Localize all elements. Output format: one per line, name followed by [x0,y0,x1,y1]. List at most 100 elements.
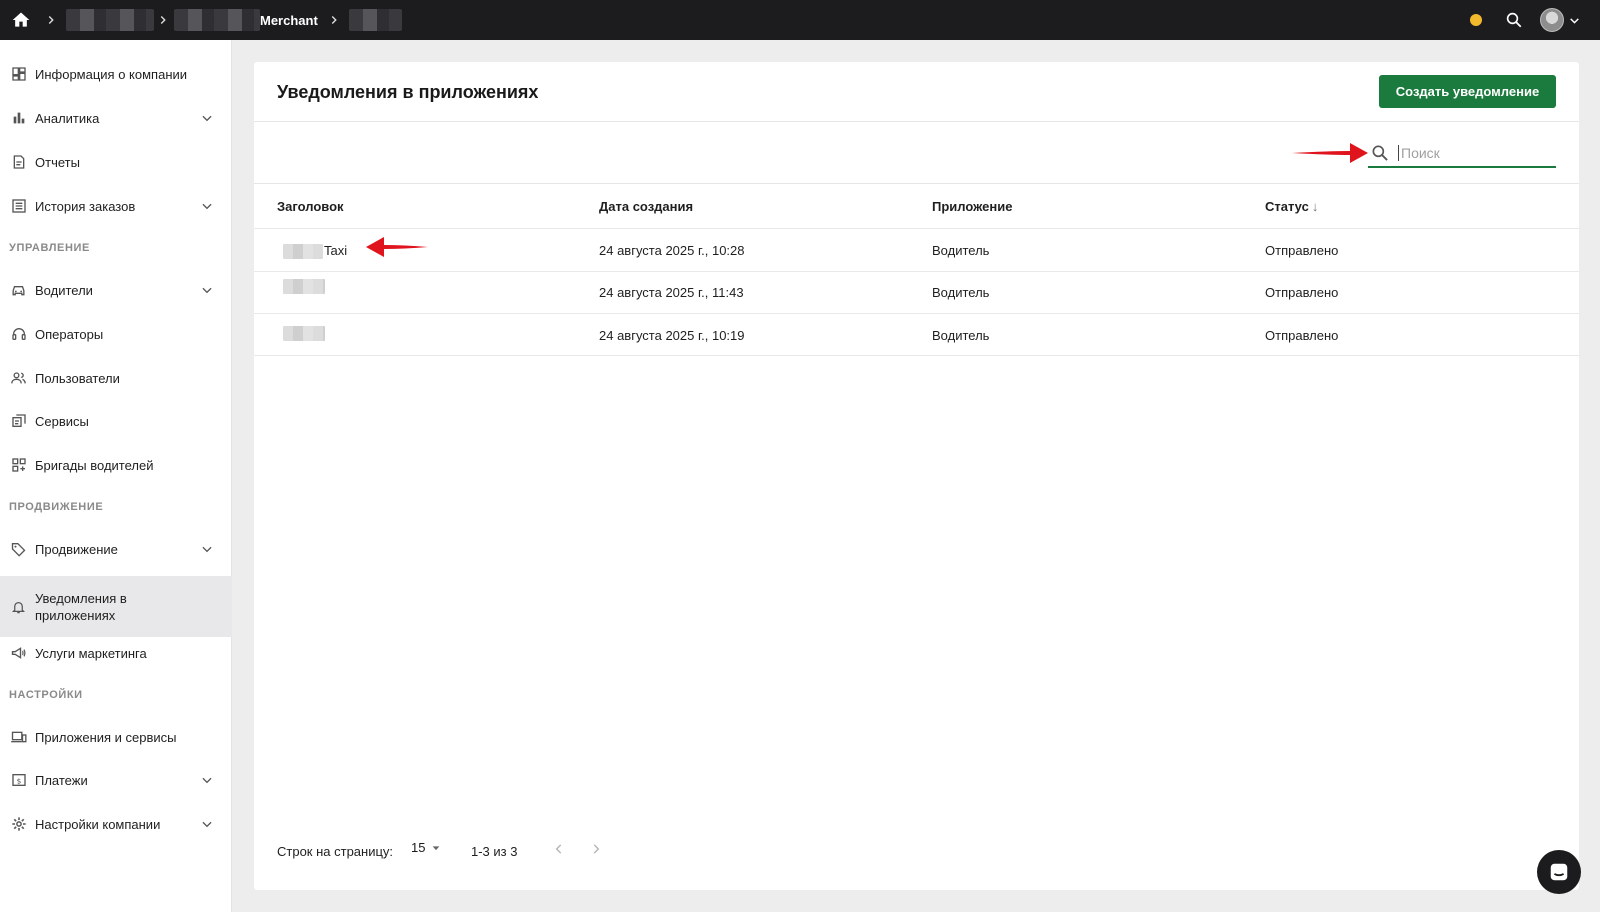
sidebar-item-label: Платежи [35,772,88,788]
sort-arrow-icon: ↓ [1311,199,1319,214]
bell-icon [10,598,27,615]
user-menu[interactable] [1540,0,1581,40]
sidebar-item-operators[interactable]: Операторы [0,320,232,348]
sidebar-item-order-history[interactable]: История заказов [0,192,232,220]
cell-title: Taxi [324,243,348,258]
sidebar-item-label: Пользователи [35,370,120,386]
redacted-text [283,326,325,341]
top-bar: Merchant [0,0,1600,40]
sidebar-item-label: Аналитика [35,110,100,126]
list-icon [10,198,27,215]
sidebar-item-company-settings[interactable]: Настройки компании [0,810,232,838]
sidebar-item-driver-brigades[interactable]: Бригады водителей [0,451,232,479]
services-icon [10,413,27,430]
sidebar-item-apps-services[interactable]: Приложения и сервисы [0,723,232,751]
svg-text:$: $ [16,776,21,785]
report-icon [10,154,27,171]
sidebar-item-label: Бригады водителей [35,457,154,473]
chat-icon [1550,863,1568,881]
chat-button[interactable] [1537,850,1581,894]
cell-app: Водитель [932,285,990,300]
cell-status: Отправлено [1265,243,1339,258]
chevron-down-icon [202,287,212,294]
home-icon[interactable] [11,0,31,40]
chevron-right-icon [156,0,170,40]
chevron-right-icon [44,0,58,40]
notifications-card: Уведомления в приложениях Создать уведом… [254,62,1579,890]
sidebar-item-reports[interactable]: Отчеты [0,148,232,176]
headset-icon [10,326,27,343]
avatar [1540,8,1564,32]
redacted-text [283,244,323,259]
sidebar-item-company-info[interactable]: Информация о компании [0,60,232,88]
breadcrumb-merchant-label: Merchant [260,12,318,28]
megaphone-icon [10,645,27,662]
sidebar-item-label: Услуги маркетинга [35,645,147,661]
column-header-date[interactable]: Дата создания [599,199,693,214]
sidebar-item-label: Продвижение [35,541,118,557]
sidebar-item-promotion[interactable]: Продвижение [0,535,232,563]
next-page-button[interactable] [585,838,607,860]
sidebar-item-label: Сервисы [35,413,89,429]
payment-icon: $ [10,772,27,789]
section-header-settings: НАСТРОЙКИ [9,689,83,701]
cell-date: 24 августа 2025 г., 11:43 [599,285,744,300]
chevron-down-icon [202,546,212,553]
search-input[interactable] [1398,145,1548,161]
sidebar-item-app-notifications[interactable]: Уведомления в приложениях [0,576,232,637]
breadcrumb-merchant[interactable]: Merchant [174,0,318,40]
sidebar-item-label: Уведомления в приложениях [35,590,127,623]
column-header-status-label: Статус [1265,199,1309,214]
sidebar-item-services[interactable]: Сервисы [0,407,232,435]
column-header-app[interactable]: Приложение [932,199,1012,214]
sidebar-item-label: Операторы [35,326,104,342]
cell-status: Отправлено [1265,328,1339,343]
users-icon [10,370,27,387]
caret-down-icon [433,845,440,850]
annotation-arrow-icon [366,237,428,257]
cell-app: Водитель [932,243,990,258]
sidebar: Информация о компании Аналитика Отчеты И… [0,40,232,912]
chevron-down-icon [202,821,212,828]
sidebar-item-label: Приложения и сервисы [35,729,177,745]
chevron-right-icon [593,844,600,854]
redacted-text [283,279,325,294]
status-indicator[interactable] [1470,0,1482,40]
page-title: Уведомления в приложениях [277,82,539,102]
chevron-down-icon [1570,17,1579,24]
sidebar-item-drivers[interactable]: Водители [0,276,232,304]
sidebar-item-label: Отчеты [35,154,80,170]
breadcrumb-org[interactable] [66,0,154,40]
cell-status: Отправлено [1265,285,1339,300]
pagination-range: 1-3 из 3 [471,844,518,859]
divider [254,121,1579,122]
status-dot [1470,14,1482,26]
search-icon[interactable] [1505,0,1523,40]
section-header-management: УПРАВЛЕНИЕ [9,242,90,254]
gear-icon [10,816,27,833]
sidebar-item-payments[interactable]: $ Платежи [0,766,232,794]
sidebar-item-analytics[interactable]: Аналитика [0,104,232,132]
create-notification-button[interactable]: Создать уведомление [1379,75,1556,108]
search-field[interactable] [1368,140,1556,168]
search-icon [1372,145,1388,161]
sidebar-item-label: Информация о компании [35,66,188,82]
sidebar-item-users[interactable]: Пользователи [0,364,232,392]
chevron-down-icon [202,203,212,210]
devices-icon [10,729,27,746]
column-header-title[interactable]: Заголовок [277,199,344,214]
breadcrumb-current[interactable] [349,0,402,40]
grid-plus-icon [10,457,27,474]
rows-per-page-value: 15 [411,840,426,855]
annotation-arrow-icon [1292,143,1368,163]
rows-per-page-select[interactable]: 15 [411,840,441,855]
sidebar-item-marketing[interactable]: Услуги маркетинга [0,639,232,667]
divider [254,271,1579,272]
bar-chart-icon [10,110,27,127]
car-icon [10,282,27,299]
cell-app: Водитель [932,328,990,343]
sidebar-item-label: Настройки компании [35,816,161,832]
cell-date: 24 августа 2025 г., 10:28 [599,243,745,258]
prev-page-button[interactable] [548,838,570,860]
column-header-status[interactable]: Статус ↓ [1265,199,1318,214]
